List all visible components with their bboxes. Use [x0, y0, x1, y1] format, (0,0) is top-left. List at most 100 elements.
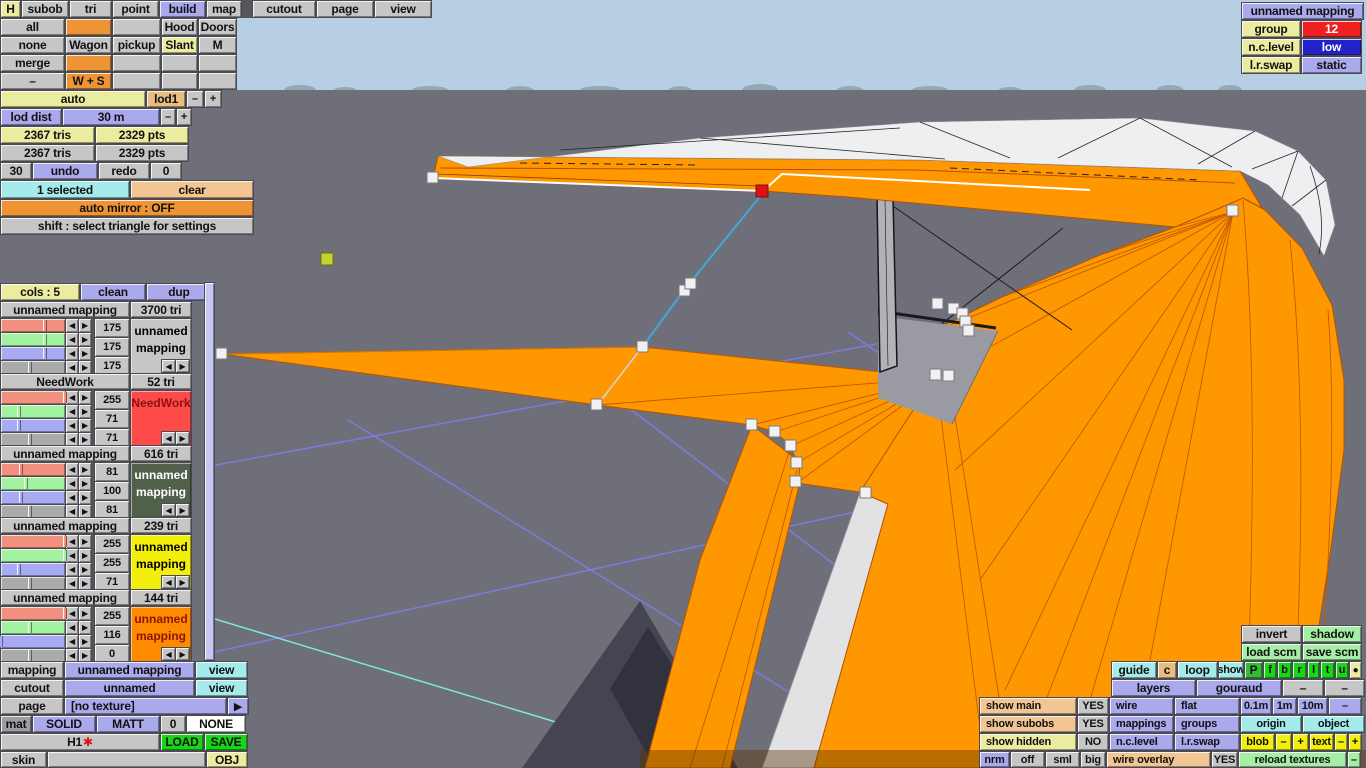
show-hidden-value[interactable]: NO — [1078, 734, 1108, 750]
pivot-vertex[interactable] — [320, 252, 334, 266]
show-subobs-button[interactable]: show subobs — [980, 716, 1076, 732]
tab-tri[interactable]: tri — [70, 1, 111, 17]
subob-slot-empty4[interactable] — [199, 55, 236, 71]
lr-swap-button[interactable]: l.r.swap — [1175, 734, 1239, 750]
blob-minus-button[interactable]: – — [1276, 734, 1291, 750]
swatch-right-arrow[interactable]: ▶ — [176, 432, 189, 444]
blue-value[interactable]: 175 — [95, 357, 129, 374]
lod-dist-minus[interactable]: – — [161, 109, 175, 125]
tab-page[interactable]: page — [317, 1, 373, 17]
blue-value[interactable]: 81 — [95, 501, 129, 518]
red-slider[interactable] — [1, 391, 67, 404]
nrm-off-button[interactable]: off — [1011, 752, 1044, 767]
subob-slot-empty2[interactable] — [113, 55, 160, 71]
group-value[interactable]: 12 — [1302, 21, 1361, 37]
red-right-arrow[interactable]: ▶ — [79, 535, 91, 548]
blue-right-arrow[interactable]: ▶ — [79, 635, 91, 648]
mapping-name[interactable]: unnamed mapping — [1, 302, 129, 317]
blue-slider[interactable] — [1, 419, 65, 432]
green-slider[interactable] — [1, 333, 65, 346]
red-left-arrow[interactable]: ◀ — [66, 391, 78, 404]
loop-button[interactable]: loop — [1178, 662, 1217, 678]
load-scm-button[interactable]: load scm — [1242, 644, 1301, 660]
tab-subob[interactable]: subob — [22, 1, 68, 17]
axis-u-button[interactable]: u — [1336, 662, 1348, 678]
lod-auto-button[interactable]: auto — [1, 91, 145, 107]
green-right-arrow[interactable]: ▶ — [79, 405, 91, 418]
swatch-right-arrow[interactable]: ▶ — [176, 360, 189, 372]
origin-button[interactable]: origin — [1241, 716, 1301, 732]
scale-dash-button[interactable]: – — [1329, 698, 1361, 714]
blue-slider[interactable] — [1, 563, 65, 576]
blue-right-arrow[interactable]: ▶ — [79, 347, 91, 360]
text-plus-button[interactable]: + — [1349, 734, 1361, 750]
blue-right-arrow[interactable]: ▶ — [79, 491, 91, 504]
blue-right-arrow[interactable]: ▶ — [79, 419, 91, 432]
subob-slant[interactable]: Slant — [162, 37, 197, 53]
merge-button[interactable]: merge — [1, 55, 64, 71]
show-button[interactable]: show — [1219, 662, 1243, 678]
blue-left-arrow[interactable]: ◀ — [66, 491, 78, 504]
mat-label[interactable]: mat — [1, 716, 31, 732]
tab-h[interactable]: H — [1, 1, 20, 17]
mapping-row-label[interactable]: mapping — [1, 662, 63, 678]
lod-plus-button[interactable]: + — [205, 91, 221, 107]
mapping-name[interactable]: unnamed mapping — [1, 590, 129, 605]
scale-1m-button[interactable]: 1m — [1273, 698, 1296, 714]
load-button[interactable]: LOAD — [161, 734, 203, 750]
clear-selection-button[interactable]: clear — [131, 181, 253, 198]
subob-pickup[interactable]: pickup — [113, 37, 160, 53]
cutout-row-value[interactable]: unnamed — [65, 680, 194, 696]
groups-button[interactable]: groups — [1175, 716, 1239, 732]
cutout-view-button[interactable]: view — [196, 680, 247, 696]
red-left-arrow[interactable]: ◀ — [66, 463, 78, 476]
save-button[interactable]: SAVE — [205, 734, 247, 750]
nrm-sml-button[interactable]: sml — [1046, 752, 1079, 767]
lod1-button[interactable]: lod1 — [147, 91, 185, 107]
subob-m[interactable]: M — [199, 37, 236, 53]
cols-count[interactable]: cols : 5 — [1, 284, 79, 300]
obj-button[interactable]: OBJ — [207, 752, 247, 767]
subob-slot-empty7[interactable] — [199, 73, 236, 89]
nrm-big-button[interactable]: big — [1081, 752, 1105, 767]
mapping-view-button[interactable]: view — [196, 662, 247, 678]
reload-textures-button[interactable]: reload textures — [1239, 752, 1346, 767]
show-main-value[interactable]: YES — [1078, 698, 1108, 714]
red-slider[interactable] — [1, 463, 65, 476]
blue-value[interactable]: 71 — [95, 573, 129, 590]
c-button[interactable]: c — [1158, 662, 1176, 678]
red-value[interactable]: 255 — [95, 535, 129, 553]
current-mapping-title[interactable]: unnamed mapping — [1242, 3, 1363, 19]
mat-solid[interactable]: SOLID — [33, 716, 95, 732]
blue-slider[interactable] — [1, 347, 65, 360]
guide-button[interactable]: guide — [1112, 662, 1156, 678]
page-label[interactable]: page — [1, 698, 63, 714]
red-slider[interactable] — [1, 535, 67, 548]
blue-slider[interactable] — [1, 491, 65, 504]
green-left-arrow[interactable]: ◀ — [66, 333, 78, 346]
swatch-right-arrow[interactable]: ▶ — [176, 648, 189, 660]
axis-b-button[interactable]: b — [1278, 662, 1291, 678]
page-texture-value[interactable]: [no texture] — [65, 698, 226, 714]
blob-button[interactable]: blob — [1241, 734, 1274, 750]
red-left-arrow[interactable]: ◀ — [66, 319, 78, 332]
tab-view[interactable]: view — [375, 1, 431, 17]
text-minus-button[interactable]: – — [1335, 734, 1347, 750]
lr-swap-value[interactable]: static — [1302, 57, 1361, 73]
red-right-arrow[interactable]: ▶ — [79, 463, 91, 476]
layers-dash2-button[interactable]: – — [1325, 680, 1364, 696]
tab-point[interactable]: point — [113, 1, 158, 17]
tab-cutout[interactable]: cutout — [253, 1, 315, 17]
red-left-arrow[interactable]: ◀ — [66, 535, 78, 548]
swatch-left-arrow[interactable]: ◀ — [162, 504, 175, 516]
mappings-button[interactable]: mappings — [1110, 716, 1173, 732]
skin-value[interactable] — [48, 752, 205, 767]
wire-button[interactable]: wire — [1110, 698, 1173, 714]
lod-dist-value[interactable]: 30 m — [63, 109, 159, 125]
scale-01m-button[interactable]: 0.1m — [1241, 698, 1271, 714]
layers-button[interactable]: layers — [1112, 680, 1195, 696]
layers-dash1-button[interactable]: – — [1283, 680, 1323, 696]
minus-button[interactable]: – — [1, 73, 64, 89]
subob-slot-orange2[interactable] — [66, 55, 111, 71]
green-value[interactable]: 175 — [95, 338, 129, 356]
